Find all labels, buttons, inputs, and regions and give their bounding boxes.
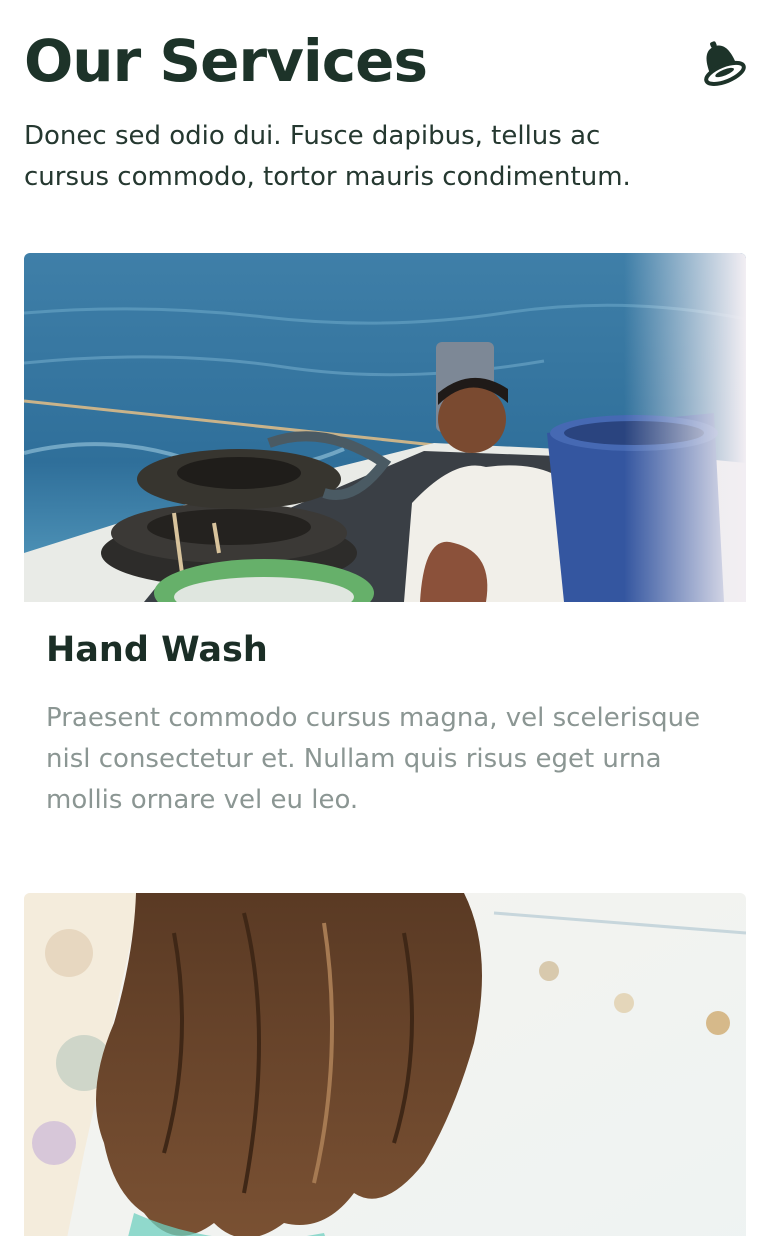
- service-description: Praesent commodo cursus magna, vel scele…: [46, 703, 701, 815]
- service-image: [24, 253, 746, 602]
- service-image: [24, 893, 746, 1236]
- service-title: Hand Wash: [46, 630, 268, 670]
- page-title: Our Services: [24, 27, 428, 95]
- service-card[interactable]: Hand Wash Praesent commodo cursus magna,…: [24, 253, 746, 851]
- page-header: Our Services: [24, 26, 746, 96]
- bell-icon[interactable]: [698, 36, 746, 90]
- page-intro: Donec sed odio dui. Fusce dapibus, tellu…: [24, 121, 631, 192]
- service-card[interactable]: [24, 893, 746, 1236]
